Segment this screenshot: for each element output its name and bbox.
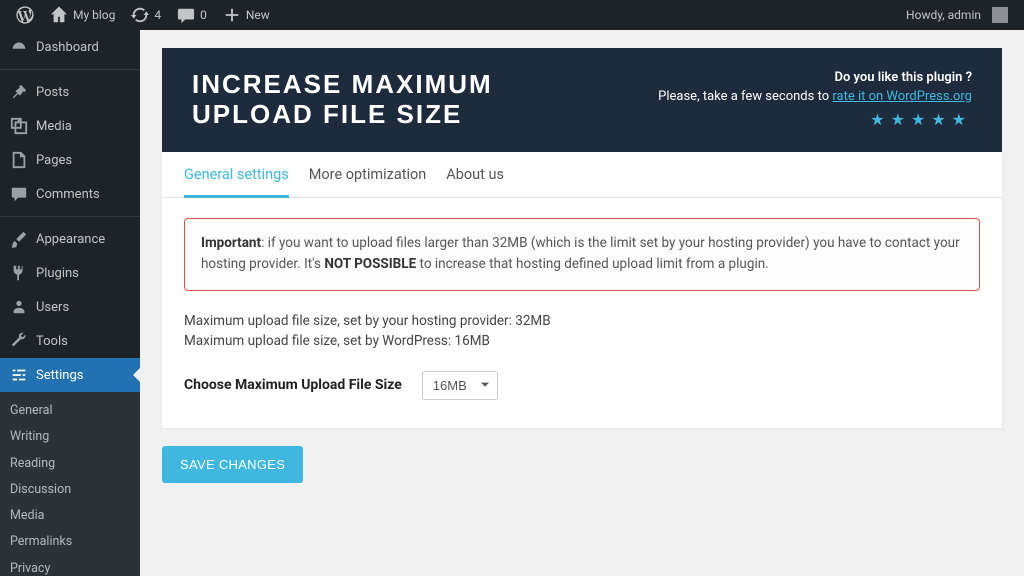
- tab-bar: General settings More optimization About…: [162, 152, 1002, 198]
- site-name-label: My blog: [73, 8, 115, 22]
- upload-size-select[interactable]: 16MB: [422, 371, 498, 400]
- admin-toolbar: My blog 4 0 New Howdy, admin: [0, 0, 1024, 30]
- comments-menu[interactable]: 0: [169, 0, 215, 30]
- wp-limit-info: Maximum upload file size, set by WordPre…: [184, 333, 980, 349]
- tab-about[interactable]: About us: [446, 166, 504, 197]
- sliders-icon: [10, 366, 28, 384]
- save-button[interactable]: SAVE CHANGES: [162, 446, 303, 483]
- sidebar-item-label: Settings: [36, 368, 83, 383]
- updates-count: 4: [154, 8, 161, 22]
- submenu-permalinks[interactable]: Permalinks: [0, 529, 140, 555]
- comment-icon: [177, 6, 195, 24]
- submenu-reading[interactable]: Reading: [0, 451, 140, 477]
- page-icon: [10, 151, 28, 169]
- comment-icon: [10, 185, 28, 203]
- sidebar-item-users[interactable]: Users: [0, 290, 140, 324]
- plug-icon: [10, 264, 28, 282]
- home-icon: [50, 6, 68, 24]
- updates-menu[interactable]: 4: [123, 0, 169, 30]
- brush-icon: [10, 230, 28, 248]
- dashboard-icon: [10, 38, 28, 56]
- user-icon: [10, 298, 28, 316]
- rate-line: Please, take a few seconds to rate it on…: [658, 89, 972, 104]
- settings-panel: General settings More optimization About…: [162, 152, 1002, 428]
- pin-icon: [10, 83, 28, 101]
- updates-icon: [131, 6, 149, 24]
- sidebar-item-label: Dashboard: [36, 40, 99, 55]
- hosting-limit-info: Maximum upload file size, set by your ho…: [184, 313, 980, 329]
- important-notice: Important: if you want to upload files l…: [184, 218, 980, 291]
- sidebar-item-label: Users: [36, 300, 69, 315]
- rate-link[interactable]: rate it on WordPress.org: [832, 89, 972, 104]
- sidebar-item-plugins[interactable]: Plugins: [0, 256, 140, 290]
- sidebar-item-media[interactable]: Media: [0, 109, 140, 143]
- main-content: INCREASE MAXIMUM UPLOAD FILE SIZE Do you…: [140, 30, 1024, 576]
- avatar-icon: [992, 7, 1008, 23]
- sidebar-item-label: Tools: [36, 334, 68, 349]
- submenu-writing[interactable]: Writing: [0, 424, 140, 450]
- sidebar-item-pages[interactable]: Pages: [0, 143, 140, 177]
- settings-submenu: General Writing Reading Discussion Media…: [0, 392, 140, 576]
- plus-icon: [223, 6, 241, 24]
- new-content-menu[interactable]: New: [215, 0, 278, 30]
- account-menu[interactable]: Howdy, admin: [898, 0, 1016, 30]
- media-icon: [10, 117, 28, 135]
- plugin-title: INCREASE MAXIMUM UPLOAD FILE SIZE: [192, 70, 493, 130]
- wrench-icon: [10, 332, 28, 350]
- greeting-label: Howdy, admin: [906, 8, 981, 22]
- upload-size-label: Choose Maximum Upload File Size: [184, 377, 402, 393]
- sidebar-item-dashboard[interactable]: Dashboard: [0, 30, 140, 64]
- wordpress-logo-icon: [16, 6, 34, 24]
- sidebar-item-posts[interactable]: Posts: [0, 75, 140, 109]
- submenu-media[interactable]: Media: [0, 503, 140, 529]
- submenu-privacy[interactable]: Privacy: [0, 556, 140, 576]
- tab-optimization[interactable]: More optimization: [309, 166, 427, 197]
- star-rating[interactable]: ★★★★★: [658, 110, 972, 129]
- like-question: Do you like this plugin ?: [658, 70, 972, 85]
- sidebar-item-tools[interactable]: Tools: [0, 324, 140, 358]
- sidebar-item-label: Posts: [36, 85, 69, 100]
- sidebar-item-label: Pages: [36, 153, 72, 168]
- sidebar-item-comments[interactable]: Comments: [0, 177, 140, 211]
- admin-sidebar: Dashboard Posts Media Pages Comments App…: [0, 30, 140, 576]
- submenu-discussion[interactable]: Discussion: [0, 477, 140, 503]
- submenu-general[interactable]: General: [0, 398, 140, 424]
- plugin-hero: INCREASE MAXIMUM UPLOAD FILE SIZE Do you…: [162, 48, 1002, 152]
- sidebar-item-label: Plugins: [36, 266, 79, 281]
- new-label: New: [246, 8, 270, 22]
- sidebar-item-settings[interactable]: Settings: [0, 358, 140, 392]
- site-name-menu[interactable]: My blog: [42, 0, 123, 30]
- sidebar-item-label: Comments: [36, 187, 100, 202]
- sidebar-item-appearance[interactable]: Appearance: [0, 222, 140, 256]
- tab-general[interactable]: General settings: [184, 166, 289, 198]
- sidebar-item-label: Appearance: [36, 232, 105, 247]
- sidebar-item-label: Media: [36, 119, 72, 134]
- wp-logo-menu[interactable]: [8, 0, 42, 30]
- comments-count: 0: [200, 8, 207, 22]
